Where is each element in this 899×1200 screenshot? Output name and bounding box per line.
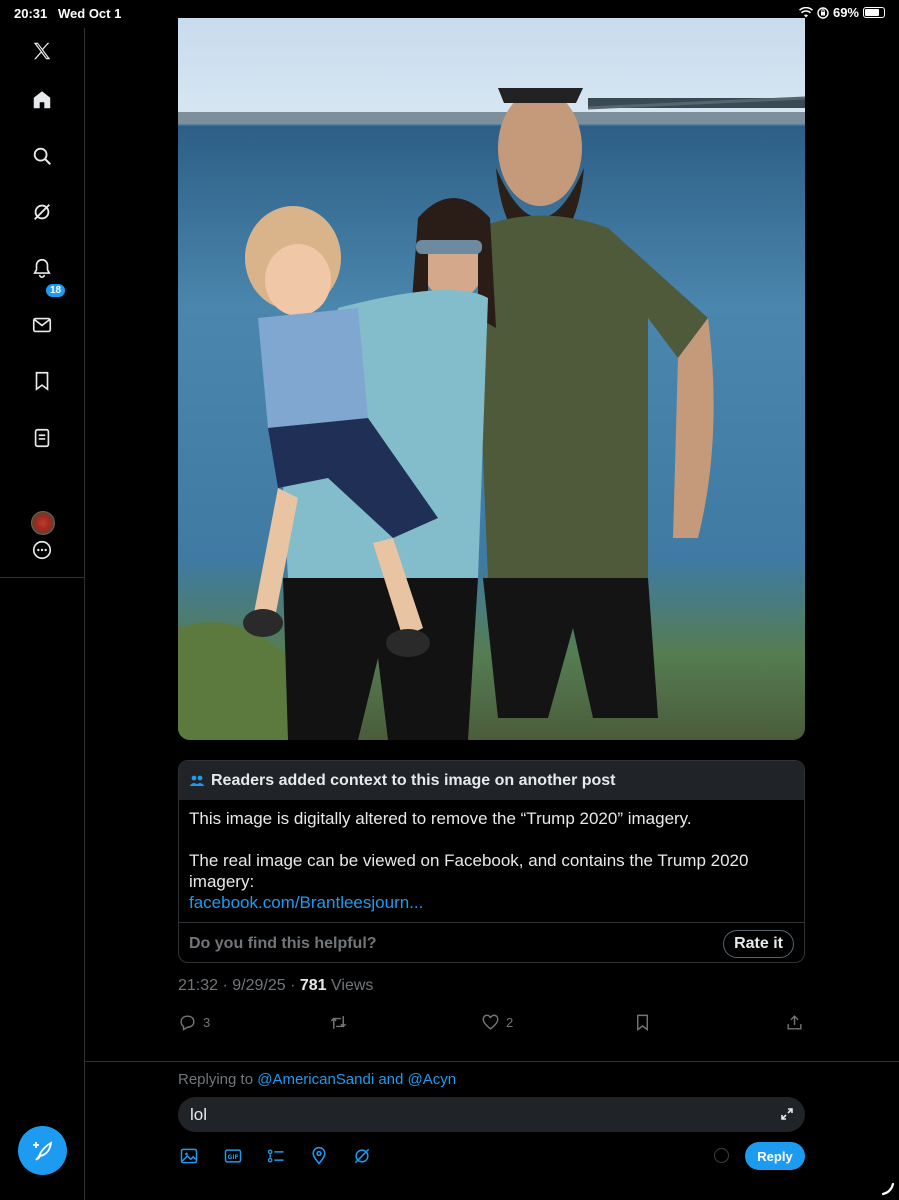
like-count: 2 <box>506 1015 514 1030</box>
reply-count: 3 <box>203 1015 211 1030</box>
bookmark-icon <box>637 1014 648 1032</box>
community-note-header: Readers added context to this image on a… <box>179 761 804 800</box>
reply-input[interactable]: lol <box>178 1097 805 1132</box>
bookmarks-icon[interactable] <box>29 368 55 394</box>
reply-handle-2[interactable]: @Acyn <box>408 1071 457 1088</box>
gif-icon[interactable]: GIF <box>222 1145 244 1167</box>
heart-icon <box>482 1014 499 1030</box>
notifications-icon[interactable] <box>29 255 55 281</box>
expand-icon[interactable] <box>779 1106 795 1122</box>
post-time[interactable]: 21:32 <box>178 977 218 994</box>
community-note: Readers added context to this image on a… <box>178 760 805 963</box>
reply-toolbar: GIF Reply <box>178 1142 805 1170</box>
character-count-circle <box>714 1148 729 1163</box>
reply-and: and <box>378 1071 404 1088</box>
helpful-question: Do you find this helpful? <box>189 934 377 952</box>
post-actions: 3 2 <box>178 1010 805 1036</box>
note-paragraph-2: The real image can be viewed on Facebook… <box>189 851 749 891</box>
lists-icon[interactable] <box>29 425 55 451</box>
post-meta: 21:32 · 9/29/25 · 781 Views <box>178 977 374 994</box>
bookmark-action[interactable] <box>633 1013 652 1032</box>
battery-percent: 69% <box>832 5 859 20</box>
home-indicator-curve-icon <box>881 1182 895 1196</box>
like-action[interactable]: 2 <box>481 1013 513 1032</box>
battery-icon <box>863 7 885 18</box>
share-action[interactable] <box>785 1013 804 1032</box>
post-date[interactable]: 9/29/25 <box>232 977 285 994</box>
views-count: 781 <box>299 977 327 994</box>
rate-it-button[interactable]: Rate it <box>723 929 794 958</box>
feather-plus-icon <box>32 1140 52 1161</box>
community-note-title: Readers added context to this image on a… <box>211 771 616 789</box>
profile-avatar[interactable] <box>31 511 55 535</box>
reply-icon <box>180 1015 195 1031</box>
poll-icon[interactable] <box>265 1145 287 1167</box>
wifi-icon <box>798 7 813 18</box>
repost-icon <box>330 1016 347 1029</box>
reply-handle-1[interactable]: @AmericanSandi <box>257 1071 374 1088</box>
messages-icon[interactable] <box>29 312 55 338</box>
grok-icon[interactable] <box>29 199 55 225</box>
sidebar: 18 <box>0 28 85 1200</box>
grok-compose-icon[interactable] <box>351 1145 373 1167</box>
community-note-footer: Do you find this helpful? Rate it <box>179 922 804 962</box>
reply-input-value: lol <box>190 1104 208 1124</box>
community-note-body: This image is digitally altered to remov… <box>179 800 804 913</box>
x-logo-icon[interactable] <box>29 38 55 64</box>
media-icon[interactable] <box>178 1145 200 1167</box>
more-icon[interactable] <box>29 537 55 563</box>
notification-badge: 18 <box>45 283 67 298</box>
svg-text:GIF: GIF <box>228 1155 239 1161</box>
note-source-link[interactable]: facebook.com/Brantleesjourn... <box>189 893 423 912</box>
divider <box>85 1061 899 1062</box>
repost-action[interactable] <box>329 1013 354 1032</box>
sidebar-divider <box>0 577 84 578</box>
location-icon[interactable] <box>308 1145 330 1167</box>
search-icon[interactable] <box>29 143 55 169</box>
replying-to: Replying to @AmericanSandi and @Acyn <box>178 1071 456 1088</box>
views-label: Views <box>331 977 374 994</box>
status-date: Wed Oct 1 <box>58 6 122 21</box>
orientation-lock-icon <box>817 6 829 19</box>
reply-action[interactable]: 3 <box>178 1013 210 1032</box>
note-paragraph-1: This image is digitally altered to remov… <box>189 809 692 828</box>
post-image[interactable] <box>178 18 805 740</box>
people-icon <box>189 775 205 786</box>
home-icon[interactable] <box>29 87 55 113</box>
status-time: 20:31 <box>14 6 48 21</box>
share-icon <box>787 1015 802 1030</box>
compose-post-button[interactable] <box>18 1126 67 1175</box>
status-indicators: 69% <box>798 5 885 20</box>
family-photo-illustration <box>178 88 805 740</box>
reply-button[interactable]: Reply <box>745 1142 805 1170</box>
replying-prefix: Replying to <box>178 1071 254 1088</box>
